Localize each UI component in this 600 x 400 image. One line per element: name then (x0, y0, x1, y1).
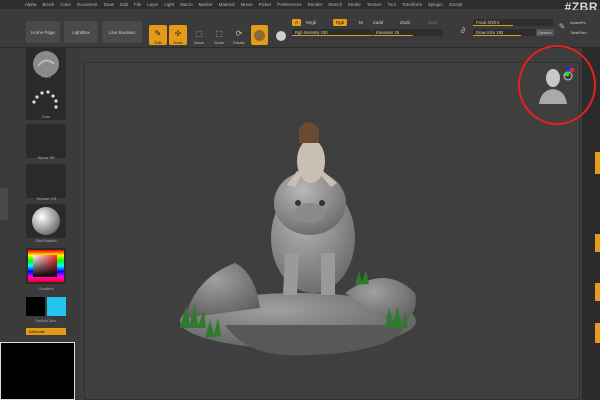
texture-thumbnail[interactable] (26, 164, 66, 198)
zcut-toggle[interactable]: Zcut (428, 19, 437, 26)
menu-item-color[interactable]: Color (60, 2, 71, 7)
m-toggle[interactable]: M (359, 19, 363, 26)
move-button[interactable]: ⬚ Move (190, 25, 208, 45)
zbrush-window: Alpha Brush Color Document Draw Edit File Layer… (0, 0, 600, 400)
focal-shift-label: Focal Shift 0 (476, 20, 500, 25)
lazy-mouse-button[interactable]: ∂ (456, 21, 470, 37)
highlight-circle (518, 45, 596, 125)
rotate-icon: ⟳ (235, 29, 243, 38)
menu-bar: Alpha Brush Color Document Draw Edit File Layer… (0, 0, 600, 9)
menu-item-tool[interactable]: Tool (388, 2, 396, 7)
focal-shift-slider[interactable]: Focal Shift 0 (473, 19, 553, 26)
a-toggle[interactable]: A (292, 19, 302, 26)
edit-button[interactable]: ✎ Edit (149, 25, 167, 45)
menu-item-edit[interactable]: Edit (120, 2, 128, 7)
menu-item-document[interactable]: Document (77, 2, 98, 7)
mrgb-toggle[interactable]: Mrgb (306, 19, 316, 26)
top-toolbar: Home Page LightBox Live Boolean ✎ Edit ✢… (0, 10, 600, 48)
menu-item-material[interactable]: Material (219, 2, 235, 7)
rgb-intensity-slider[interactable]: Rgb Intensity 100 (292, 29, 372, 36)
menu-item-layer[interactable]: Layer (147, 2, 158, 7)
menu-item-alpha[interactable]: Alpha (25, 2, 37, 7)
menu-item-movie[interactable]: Movie (241, 2, 253, 7)
menu-item-file[interactable]: File (134, 2, 141, 7)
bust-icon (276, 31, 286, 41)
sculpture-render (180, 122, 416, 356)
zadd-toggle[interactable]: Zadd (373, 19, 383, 26)
scale-icon: ⬚ (215, 29, 223, 38)
primary-color-swatch[interactable] (26, 297, 45, 316)
menu-item-light[interactable]: Light (164, 2, 174, 7)
alternate-button[interactable]: Alternate (26, 328, 66, 335)
scale-button[interactable]: ⬚ Scale (210, 25, 228, 45)
stroke-icon: ∂ (461, 26, 465, 35)
sphere-icon (254, 30, 265, 41)
rotate-button[interactable]: ⟳ Rotate (230, 25, 248, 45)
menu-item-stroke[interactable]: Stroke (348, 2, 361, 7)
tray-marker-3[interactable] (595, 283, 600, 301)
menu-item-transform[interactable]: Transform (402, 2, 422, 7)
menu-item-marker[interactable]: Marker (199, 2, 213, 7)
texture-label: Texture Off (36, 196, 56, 201)
elevation-slider[interactable]: Elevation 25 (373, 29, 443, 36)
shelf-collapse-tab[interactable] (0, 188, 8, 220)
alpha-thumbnail[interactable] (26, 124, 66, 158)
menu-item-macro[interactable]: Macro (180, 2, 193, 7)
draw-icon: ✢ (174, 29, 182, 38)
color-picker-icon (28, 250, 64, 282)
menu-item-picker[interactable]: Picker (259, 2, 272, 7)
menu-item-preferences[interactable]: Preferences (277, 2, 301, 7)
rotate-label: Rotate (233, 40, 245, 45)
scale-label: Scale (213, 40, 224, 45)
secondary-color-swatch[interactable] (47, 297, 66, 316)
material-thumbnail[interactable] (26, 204, 66, 238)
gradient-label: Gradient (38, 286, 54, 291)
material-swatch-button[interactable] (251, 25, 268, 45)
home-page-button[interactable]: Home Page (26, 21, 60, 43)
material-label: SkinShade4 (35, 238, 57, 243)
stroke-label: Dots (41, 114, 51, 119)
menu-item-zplugin[interactable]: Zplugin (428, 2, 443, 7)
rgb-intensity-label: Rgb Intensity 100 (295, 30, 328, 35)
menu-item-brush[interactable]: Brush (43, 2, 55, 7)
menu-item-render[interactable]: Render (307, 2, 322, 7)
dynamic-toggle[interactable]: Dynamic (536, 29, 554, 36)
draw-size-label: Draw Size 192 (476, 30, 504, 35)
menu-item-draw[interactable]: Draw (104, 2, 115, 7)
rgb-toggle[interactable]: Rgb (333, 19, 348, 26)
total-points-readout: TotalPoin (570, 30, 587, 35)
menu-item-texture[interactable]: Texture (367, 2, 382, 7)
menu-item-zscript[interactable]: Zscript (449, 2, 463, 7)
move-icon: ⬚ (195, 29, 203, 38)
tray-marker-1[interactable] (595, 152, 600, 174)
live-boolean-button[interactable]: Live Boolean (102, 21, 142, 43)
edit-icon: ✎ (154, 29, 162, 38)
alpha-label: Alpha Off (37, 155, 55, 160)
tray-marker-2[interactable] (595, 234, 600, 252)
tray-marker-4[interactable] (595, 323, 600, 343)
move-label: Move (194, 40, 204, 45)
active-points-readout: ActivePo (570, 20, 586, 25)
material-sphere-icon (32, 207, 60, 235)
zsub-toggle[interactable]: Zsub (400, 19, 410, 26)
menu-item-stencil[interactable]: Stencil (328, 2, 342, 7)
preview-black-panel (0, 342, 75, 400)
color-picker[interactable] (26, 248, 66, 284)
document-canvas[interactable] (84, 62, 580, 400)
draw-label: Draw (173, 40, 183, 45)
edit-label: Edit (154, 40, 162, 45)
pen-icon: ✎ (558, 22, 566, 31)
switch-color-label[interactable]: SwitchColor (26, 318, 66, 323)
lightbox-button[interactable]: LightBox (64, 21, 98, 43)
elevation-label: Elevation 25 (376, 30, 400, 35)
texture-swatch-button[interactable] (272, 25, 290, 45)
draw-icon-right: ✎ (557, 19, 567, 33)
brush-label: Paint (41, 74, 51, 79)
draw-button[interactable]: ✢ Draw (169, 25, 187, 45)
